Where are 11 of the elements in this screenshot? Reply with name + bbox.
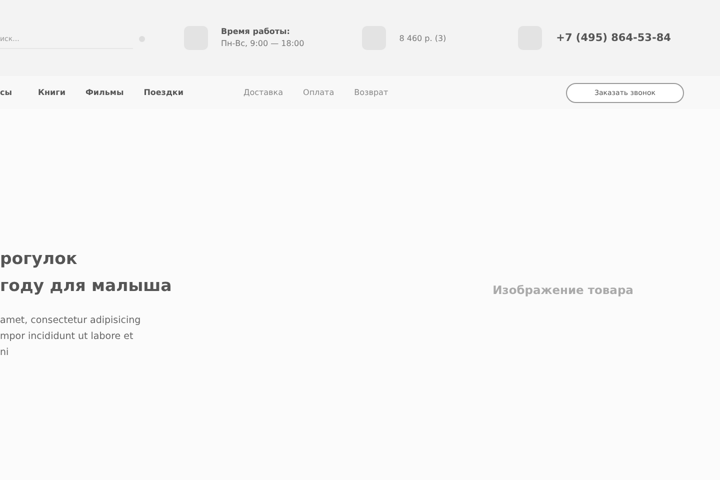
hero-title: рогулок году для малыша bbox=[0, 248, 173, 297]
category-link[interactable]: Фильмы bbox=[85, 88, 124, 97]
cart-total[interactable]: 8 460 р. (3) bbox=[399, 34, 446, 42]
category-link[interactable]: Книги bbox=[38, 88, 66, 97]
hours-title: Время работы: bbox=[221, 26, 291, 38]
phone-number[interactable]: +7 (495) 864-53-84 bbox=[556, 32, 671, 44]
category-link[interactable]: Поездки bbox=[144, 88, 184, 97]
hero-text: amet, consectetur adipisicing mpor incididunt ut labore et ni bbox=[0, 314, 142, 360]
category-link[interactable]: сы bbox=[0, 88, 12, 97]
image-label: Изображение товара bbox=[492, 282, 634, 296]
hours-value: Пн-Вс, 9:00 — 18:00 bbox=[221, 38, 304, 50]
